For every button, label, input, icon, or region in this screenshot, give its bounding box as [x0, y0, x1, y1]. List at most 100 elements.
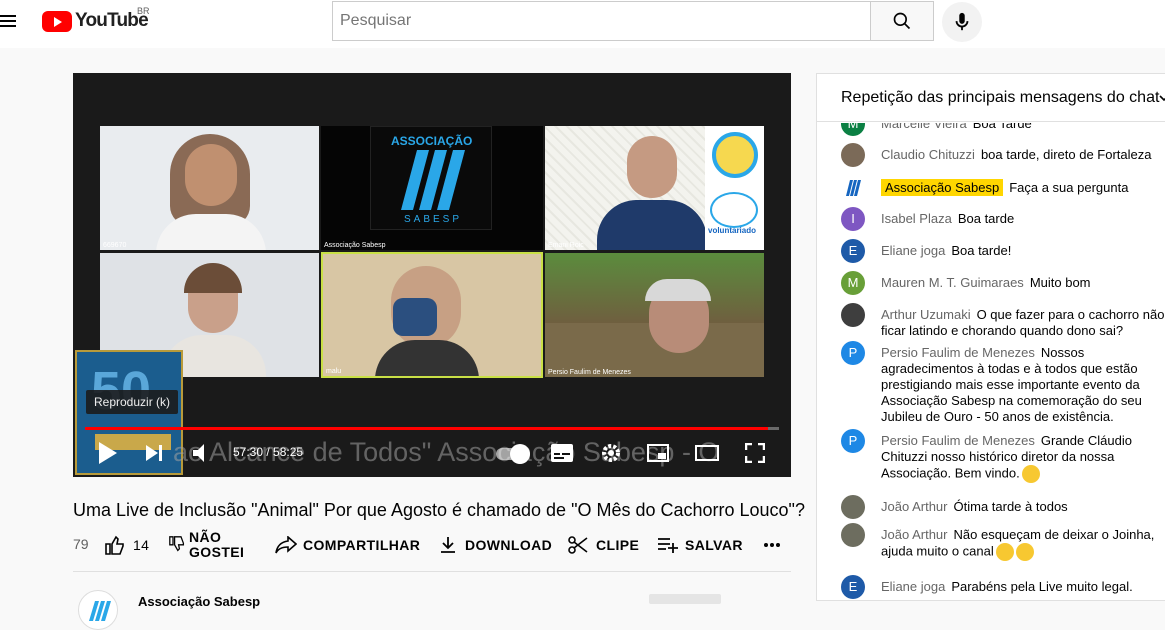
chat-author: Marcelle Vieira — [881, 123, 967, 131]
chat-text: Boa tarde! — [951, 243, 1012, 258]
chat-author: Claudio Chituzzi — [881, 147, 975, 162]
menu-icon[interactable] — [0, 12, 18, 30]
chat-author: Persio Faulim de Menezes — [881, 345, 1035, 360]
more-actions-button[interactable] — [763, 530, 781, 560]
subtitles-icon[interactable] — [551, 444, 573, 462]
progress-bar[interactable] — [85, 427, 779, 430]
chat-author: Persio Faulim de Menezes — [881, 433, 1035, 448]
chat-text: Faça a sua pergunta — [1009, 180, 1129, 195]
chat-author: Mauren M. T. Guimaraes — [881, 275, 1024, 290]
video-tile-6: Persio Faulim de Menezes — [545, 253, 764, 377]
chat-author: Arthur Uzumaki — [881, 307, 971, 322]
more-horizontal-icon — [764, 543, 780, 547]
autoplay-toggle[interactable] — [496, 444, 530, 464]
mic-icon — [955, 12, 969, 31]
video-actions: 79 14 NÃO GOSTEI COMPARTILHAR DOWNLOAD C… — [73, 530, 791, 566]
video-tile-5: malu — [321, 252, 543, 378]
save-label: SALVAR — [685, 537, 743, 553]
youtube-play-logo-icon — [42, 10, 72, 32]
chat-text: Muito bom — [1029, 275, 1091, 290]
youtube-logo[interactable]: YouTube — [42, 10, 149, 32]
chat-text: Boa tarde — [957, 211, 1015, 226]
view-count: 79 — [73, 536, 89, 552]
play-tooltip: Reproduzir (k) — [86, 390, 179, 414]
channel-logo-icon — [89, 601, 111, 621]
video-player[interactable]: 669670 ASSOCIAÇÃO SABESP Associação Sabe… — [73, 73, 791, 477]
tile-label: Associação Sabesp — [324, 242, 386, 249]
chevron-down-icon[interactable] — [1159, 94, 1165, 102]
voice-search-button[interactable] — [942, 2, 982, 42]
chat-text: Parabéns pela Live muito legal. — [951, 579, 1133, 594]
miniplayer-icon[interactable] — [647, 444, 669, 462]
dislike-label-line-2: GOSTEI — [189, 544, 245, 560]
chat-author: João Arthur — [881, 527, 948, 542]
chat-avatar: M — [841, 271, 865, 295]
download-label: DOWNLOAD — [465, 537, 553, 553]
play-icon[interactable] — [99, 442, 117, 464]
volunteer-label: voluntariado — [708, 226, 757, 235]
chat-mode-selector[interactable]: Repetição das principais mensagens do ch… — [841, 89, 1159, 107]
thumbs-down-icon — [169, 536, 185, 552]
chat-author: João Arthur — [881, 499, 948, 514]
dislike-label-line-1: NÃO — [189, 529, 222, 545]
chat-avatar: P — [841, 341, 865, 365]
live-chat-panel: Repetição das principais mensagens do ch… — [816, 73, 1165, 601]
video-tile-2: ASSOCIAÇÃO SABESP Associação Sabesp — [321, 126, 543, 250]
chat-text: boa tarde, direto de Fortaleza — [980, 147, 1152, 162]
video-tile-1: 669670 — [100, 126, 319, 250]
share-button[interactable]: COMPARTILHAR — [275, 530, 420, 560]
chat-author: Eliane joga — [881, 243, 946, 258]
download-button[interactable]: DOWNLOAD — [439, 530, 552, 560]
chat-avatar: P — [841, 429, 865, 453]
chat-messages: M Marcelle Vieira Boa Tarde Claudio Chitu… — [817, 123, 1165, 600]
search-box — [332, 1, 871, 41]
time-display: 57:30 / 58:25 — [233, 445, 304, 459]
chat-avatar — [841, 523, 865, 547]
like-count: 14 — [133, 537, 150, 553]
download-icon — [441, 537, 455, 553]
tile-label: malu — [326, 368, 342, 375]
association-logo-icon — [401, 150, 465, 210]
channel-avatar[interactable] — [78, 590, 118, 630]
search-button[interactable] — [870, 1, 934, 41]
association-logo-top: ASSOCIAÇÃO — [391, 134, 473, 148]
thumbs-up-emoji-icon — [995, 543, 1014, 561]
channel-name[interactable]: Associação Sabesp — [138, 594, 260, 609]
playlist-add-icon — [658, 538, 678, 553]
thumbs-up-emoji-icon — [1015, 543, 1034, 561]
theater-mode-icon[interactable] — [695, 445, 719, 461]
thumbs-up-icon — [105, 535, 124, 555]
settings-gear-icon[interactable] — [601, 443, 621, 463]
tile-label: 669670 — [103, 242, 127, 249]
tile-label: Persio Faulim de Menezes — [548, 369, 631, 376]
chat-text: Ótima tarde à todos — [953, 499, 1068, 514]
chat-author: Isabel Plaza — [881, 211, 952, 226]
scissors-icon — [568, 536, 588, 554]
progress-fill — [85, 427, 768, 430]
fullscreen-icon[interactable] — [745, 443, 765, 463]
search-icon — [893, 12, 911, 30]
country-code: BR — [137, 6, 150, 16]
chat-text: Boa Tarde — [972, 123, 1032, 131]
save-button[interactable]: SALVAR — [657, 530, 743, 560]
video-title: Uma Live de Inclusão "Animal" Por que Ag… — [73, 500, 805, 520]
tile-label: Emani Roic — [548, 242, 584, 249]
chat-author: Eliane joga — [881, 579, 946, 594]
search-input[interactable] — [340, 12, 870, 30]
association-logo-bottom: SABESP — [404, 214, 463, 225]
video-tile-3: voluntariado Emani Roic — [545, 126, 764, 250]
share-icon — [275, 536, 297, 554]
dislike-button[interactable]: NÃO GOSTEI — [169, 530, 244, 560]
chat-header: Repetição das principais mensagens do ch… — [817, 74, 1165, 122]
top-bar: YouTube BR — [0, 0, 1165, 48]
clip-button[interactable]: CLIPE — [568, 530, 639, 560]
next-icon[interactable] — [146, 445, 164, 461]
divider — [73, 571, 791, 572]
chat-avatar: E — [841, 575, 865, 599]
emoji-icon — [1021, 465, 1040, 483]
volume-icon[interactable] — [193, 444, 209, 462]
like-button[interactable]: 14 — [105, 530, 149, 560]
subscribe-button[interactable] — [649, 594, 721, 604]
share-label: COMPARTILHAR — [303, 537, 421, 553]
channel-owner-icon — [846, 180, 861, 196]
